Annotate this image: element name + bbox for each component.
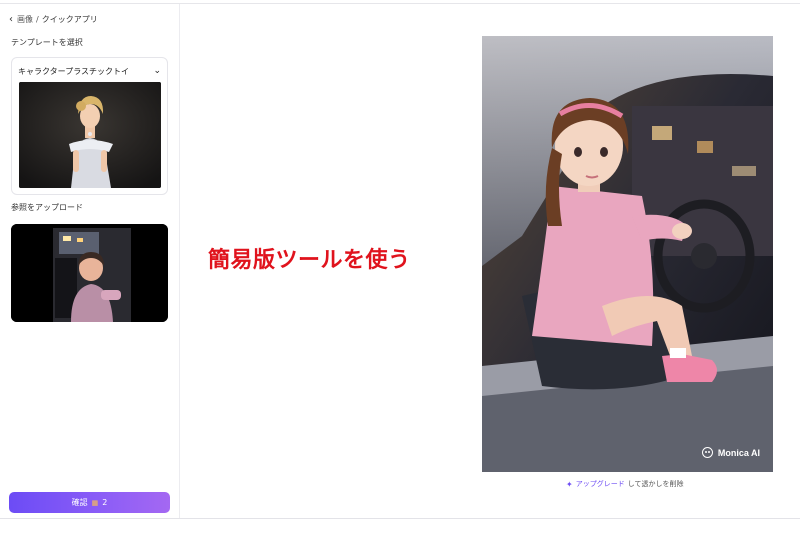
breadcrumb-separator: /: [36, 15, 39, 24]
sparkle-icon: ✦: [566, 479, 573, 489]
credit-count: 2: [102, 498, 108, 507]
watermark-text: Monica AI: [717, 447, 760, 458]
upgrade-notice: ✦ アップグレード して透かしを削除: [566, 479, 684, 489]
confirm-button[interactable]: 確認 ▦ 2: [9, 492, 170, 513]
upgrade-suffix: して透かしを削除: [627, 480, 684, 488]
watermark: Monica AI: [701, 447, 760, 458]
breadcrumb: ‹ 画像 / クイックアプリ: [9, 14, 98, 25]
monica-logo-icon: [701, 447, 713, 458]
template-preview-image: [19, 82, 161, 188]
template-section-label: テンプレートを選択: [11, 38, 83, 47]
coin-icon: ▦: [91, 498, 99, 507]
sidebar: ‹ 画像 / クイックアプリ テンプレートを選択 キャラクタープラスチックトイ …: [0, 4, 180, 518]
chevron-down-icon: ⌄: [153, 66, 161, 76]
confirm-button-label: 確認: [71, 498, 88, 507]
reference-upload-image[interactable]: [11, 224, 168, 322]
breadcrumb-parent[interactable]: 画像: [17, 14, 33, 25]
breadcrumb-current: クイックアプリ: [41, 15, 98, 24]
reference-section-label: 参照をアップロード: [11, 203, 83, 212]
chevron-left-icon[interactable]: ‹: [9, 14, 13, 24]
bottom-border: [0, 518, 800, 519]
template-dropdown[interactable]: キャラクタープラスチックトイ ⌄: [18, 64, 161, 78]
template-card: キャラクタープラスチックトイ ⌄: [11, 57, 168, 195]
overlay-caption: 簡易版ツールを使う: [208, 248, 411, 273]
template-selected-value: キャラクタープラスチックトイ: [18, 66, 130, 76]
upgrade-link[interactable]: アップグレード: [576, 479, 625, 489]
result-image: Monica AI: [482, 36, 773, 472]
